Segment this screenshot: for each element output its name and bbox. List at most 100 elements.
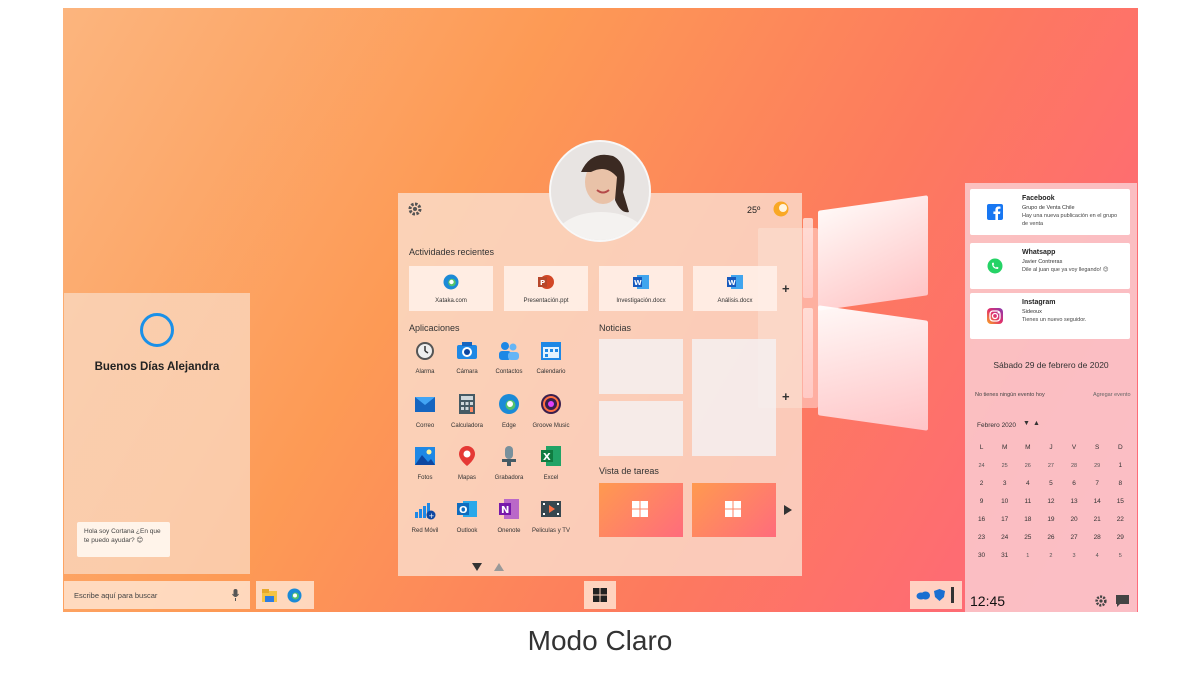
calendar-day[interactable]: 15 [1109,493,1132,511]
add-news-button[interactable]: + [782,389,790,404]
calendar-day[interactable]: 24 [993,529,1016,547]
calendar-day[interactable]: 26 [1016,457,1039,475]
calendar-nav[interactable]: ▼▲ [1023,420,1043,427]
settings-gear-icon[interactable] [1095,595,1107,607]
calendar-day[interactable]: 30 [970,547,993,565]
mail-icon [415,397,435,412]
calendar-day[interactable]: 28 [1063,457,1086,475]
file-explorer-icon[interactable] [262,588,277,603]
microphone-icon[interactable] [232,589,239,601]
calendar-day[interactable]: 4 [1086,547,1109,565]
page-up-arrow-icon[interactable] [494,563,504,571]
cortana-icon[interactable] [140,313,174,347]
app-calculadora[interactable]: Calculadora [445,393,489,443]
clock[interactable]: 12:45 [970,593,1005,609]
edge-icon[interactable] [287,588,302,603]
app-onenote[interactable]: N Onenote [487,498,531,548]
calendar-day[interactable]: 6 [1063,475,1086,493]
calendar-day[interactable]: 20 [1063,511,1086,529]
news-tile[interactable] [599,401,683,456]
action-center-icon[interactable] [1116,595,1129,607]
task-view-next-icon[interactable] [784,505,792,515]
calendar-day[interactable]: 3 [1063,547,1086,565]
notification-instagram[interactable]: Instagram Sideoux Tienes un nuevo seguid… [970,293,1130,339]
task-view-tile[interactable] [692,483,776,537]
app-calendario[interactable]: Calendario [529,339,573,389]
calendar-day[interactable]: 17 [993,511,1016,529]
search-input[interactable]: Escribe aquí para buscar [74,591,157,600]
defender-icon[interactable] [934,589,945,601]
calendar-day[interactable]: 4 [1016,475,1039,493]
calendar-day[interactable]: 25 [993,457,1016,475]
weekday-label: J [1049,444,1053,451]
month-next-icon[interactable]: ▼ [1023,420,1033,427]
calendar-day[interactable]: 19 [1039,511,1062,529]
svg-text:W: W [728,279,736,287]
app-red-movil[interactable]: + Red Móvil [403,498,447,548]
calendar-day[interactable]: 12 [1039,493,1062,511]
search-bar[interactable]: Escribe aquí para buscar [64,581,250,609]
calendar-day[interactable]: 31 [993,547,1016,565]
calendar-day[interactable]: 11 [1016,493,1039,511]
calendar-day[interactable]: 23 [970,529,993,547]
news-tile[interactable] [692,339,776,456]
app-peliculas-tv[interactable]: Peliculas y TV [529,498,573,548]
calendar-day[interactable]: 29 [1086,457,1109,475]
calendar-day[interactable]: 3 [993,475,1016,493]
calendar-day[interactable]: 2 [970,475,993,493]
calendar-day[interactable]: 26 [1039,529,1062,547]
user-avatar[interactable] [549,140,651,242]
calendar-day[interactable]: 1 [1016,547,1039,565]
app-grabadora[interactable]: Grabadora [487,445,531,495]
recent-item[interactable]: W Investigación.docx [599,266,683,311]
app-contactos[interactable]: Contactos [487,339,531,389]
calendar-day[interactable]: 9 [970,493,993,511]
notification-whatsapp[interactable]: Whatsapp Javier Contreras Dile al juan q… [970,243,1130,289]
calendar-day[interactable]: 7 [1086,475,1109,493]
app-excel[interactable]: X Excel [529,445,573,495]
app-alarma[interactable]: Alarma [403,339,447,389]
app-groove-music[interactable]: Groove Music [529,393,573,443]
calendar-day[interactable]: 24 [970,457,993,475]
calendar-week: 9 10 11 12 13 14 15 [970,493,1132,511]
calendar-day[interactable]: 5 [1039,475,1062,493]
recent-item[interactable]: W Análisis.docx [693,266,777,311]
calendar-day[interactable]: 10 [993,493,1016,511]
weather-sun-icon[interactable] [773,201,789,217]
start-button[interactable] [584,581,616,609]
calendar-day[interactable]: 25 [1016,529,1039,547]
app-edge[interactable]: Edge [487,393,531,443]
app-correo[interactable]: Correo [403,393,447,443]
page-down-arrow-icon[interactable] [472,563,482,571]
calendar-day[interactable]: 13 [1063,493,1086,511]
calendar-day[interactable]: 21 [1086,511,1109,529]
calendar-weekdays: LMMJVSD [970,439,1132,457]
calendar-day[interactable]: 14 [1086,493,1109,511]
notification-facebook[interactable]: Facebook Grupo de Venta Chile Hay una nu… [970,189,1130,235]
calendar-day[interactable]: 22 [1109,511,1132,529]
month-prev-icon[interactable]: ▲ [1033,420,1043,427]
task-view-tile[interactable] [599,483,683,537]
calendar-day[interactable]: 16 [970,511,993,529]
app-outlook[interactable]: O Outlook [445,498,489,548]
app-fotos[interactable]: Fotos [403,445,447,495]
whatsapp-icon [987,258,1003,274]
app-mapas[interactable]: Mapas [445,445,489,495]
calendar-day[interactable]: 5 [1109,547,1132,565]
calendar-day[interactable]: 27 [1063,529,1086,547]
calendar-day[interactable]: 2 [1039,547,1062,565]
recent-item[interactable]: P Presentación.ppt [504,266,588,311]
recent-item[interactable]: Xataka.com [409,266,493,311]
onedrive-icon[interactable] [916,590,930,600]
calendar-day[interactable]: 1 [1109,457,1132,475]
calendar-day[interactable]: 18 [1016,511,1039,529]
calendar-day[interactable]: 29 [1109,529,1132,547]
news-tile[interactable] [599,339,683,394]
calendar-day[interactable]: 28 [1086,529,1109,547]
app-camara[interactable]: Cámara [445,339,489,389]
settings-gear-icon[interactable] [408,202,422,216]
add-recent-button[interactable]: + [782,281,790,296]
calendar-day[interactable]: 27 [1039,457,1062,475]
calendar-day[interactable]: 8 [1109,475,1132,493]
add-event-link[interactable]: Agregar evento [1093,392,1131,398]
